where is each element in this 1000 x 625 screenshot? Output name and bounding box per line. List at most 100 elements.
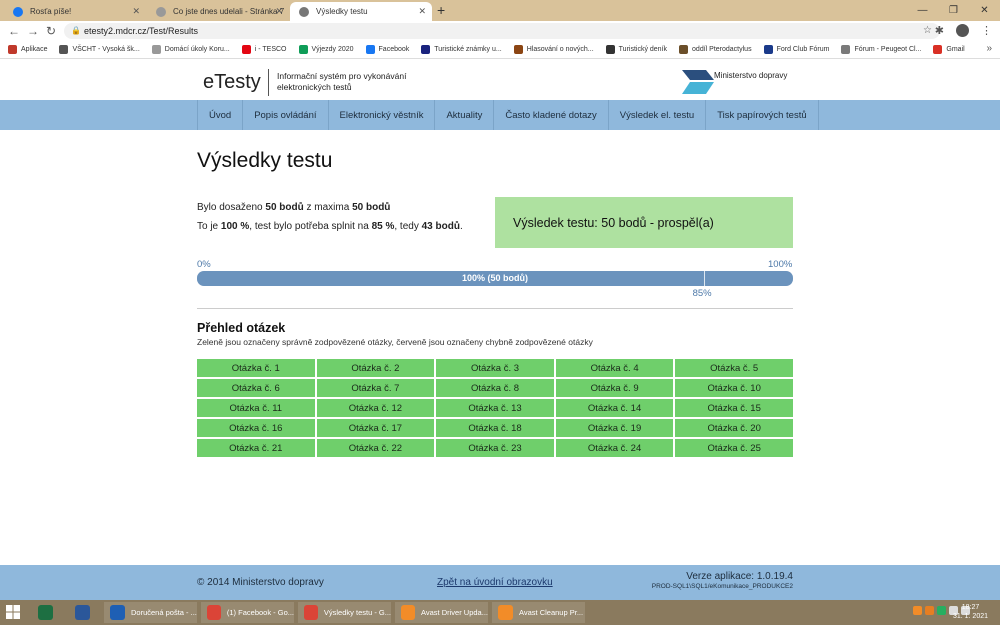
new-tab-button[interactable]: + (437, 2, 445, 18)
question-cell[interactable]: Otázka č. 12 (316, 399, 435, 417)
bookmark-item[interactable]: Výjezdy 2020 (298, 45, 354, 54)
app-icon (401, 605, 416, 620)
tray-icon[interactable] (913, 606, 922, 615)
question-cell[interactable]: Otázka č. 8 (436, 379, 554, 397)
word-taskbar-icon[interactable] (75, 602, 96, 623)
taskbar-clock[interactable]: 18:27 31. 1. 2021 (953, 603, 988, 621)
close-icon[interactable]: ✕ (418, 6, 426, 17)
site-header: eTesty Informační systém pro vykonávání … (0, 59, 1000, 100)
bookmark-favicon-icon (8, 45, 17, 54)
close-icon[interactable]: ✕ (132, 6, 140, 17)
bookmark-label: Výjezdy 2020 (311, 46, 354, 53)
question-cell[interactable]: Otázka č. 9 (555, 379, 674, 397)
bookmark-item[interactable]: Aplikace (8, 45, 47, 54)
question-cell[interactable]: Otázka č. 11 (197, 399, 315, 417)
bookmark-item[interactable]: Domácí úkoly Koru... (151, 45, 230, 54)
question-cell[interactable]: Otázka č. 14 (555, 399, 674, 417)
taskbar-app[interactable]: Výsledky testu - G... (298, 602, 391, 623)
taskbar-app[interactable]: Avast Cleanup Pr... (492, 602, 585, 623)
bookmark-item[interactable]: Turistický deník (605, 45, 667, 54)
nav-item[interactable]: Výsledek el. testu (609, 100, 707, 130)
bookmarks-bar: Aplikace VŠCHT - Vysoká šk... Domácí úkoly… (0, 41, 1000, 59)
bookmark-label: Hlasování o nových... (526, 46, 594, 53)
question-cell[interactable]: Otázka č. 19 (555, 419, 674, 437)
reload-icon[interactable]: ↻ (46, 24, 56, 38)
question-cell[interactable]: Otázka č. 3 (436, 359, 554, 377)
question-cell[interactable]: Otázka č. 13 (436, 399, 554, 417)
bookmark-item[interactable]: Fórum - Peugeot Cl... (841, 45, 921, 54)
divider (197, 308, 793, 309)
bookmark-item[interactable]: Facebook (365, 45, 409, 54)
bookmark-item[interactable]: i - TESCO (241, 45, 287, 54)
app-icon (304, 605, 318, 620)
windows-taskbar: Doručená pošta - ... (1) Facebook - Go...… (0, 600, 1000, 625)
question-cell[interactable]: Otázka č. 21 (197, 439, 315, 457)
nav-item[interactable]: Popis ovládání (243, 100, 329, 130)
bookmarks-overflow-icon[interactable]: » (986, 43, 992, 54)
app-version: Verze aplikace: 1.0.19.4 (686, 571, 793, 582)
windows-start-icon[interactable] (6, 605, 20, 619)
ministry-logo-icon (682, 70, 714, 94)
bookmark-favicon-icon (241, 45, 251, 54)
question-cell[interactable]: Otázka č. 16 (197, 419, 315, 437)
app-icon (110, 605, 125, 620)
question-cell[interactable]: Otázka č. 23 (436, 439, 554, 457)
question-cell[interactable]: Otázka č. 15 (675, 399, 793, 417)
profile-avatar[interactable] (956, 24, 969, 37)
question-cell[interactable]: Otázka č. 4 (555, 359, 674, 377)
taskbar-app[interactable]: Avast Driver Upda... (395, 602, 488, 623)
bookmark-item[interactable]: Hlasování o nových... (513, 45, 594, 54)
bookmark-favicon-icon (59, 45, 69, 54)
question-cell[interactable]: Otázka č. 2 (316, 359, 435, 377)
browser-tab-1[interactable]: Rosťa píše! ✕ (4, 2, 146, 21)
question-cell[interactable]: Otázka č. 22 (316, 439, 435, 457)
question-cell[interactable]: Otázka č. 7 (316, 379, 435, 397)
bookmark-favicon-icon (298, 45, 308, 54)
close-icon[interactable]: ✕ (275, 6, 283, 17)
taskbar-app[interactable]: Doručená pošta - ... (104, 602, 197, 623)
question-cell[interactable]: Otázka č. 5 (675, 359, 793, 377)
bookmark-item[interactable]: Gmail (933, 45, 965, 54)
question-cell[interactable]: Otázka č. 24 (555, 439, 674, 457)
browser-tab-2[interactable]: Co jste dnes udelali - Stránka 7 ✕ (147, 2, 289, 21)
bookmark-item[interactable]: Turistické známky u... (421, 45, 502, 54)
question-cell[interactable]: Otázka č. 17 (316, 419, 435, 437)
bookmark-star-icon[interactable]: ☆ (923, 23, 932, 39)
menu-icon[interactable]: ⋮ (981, 24, 992, 37)
question-cell[interactable]: Otázka č. 6 (197, 379, 315, 397)
browser-tab-active[interactable]: Výsledky testu ✕ (290, 2, 432, 21)
nav-item[interactable]: Elektronický věstník (329, 100, 436, 130)
site-logo[interactable]: eTesty (203, 71, 261, 94)
excel-taskbar-icon[interactable] (38, 602, 59, 623)
nav-item[interactable]: Aktuality (435, 100, 495, 130)
question-cell[interactable]: Otázka č. 25 (675, 439, 793, 457)
nav-item[interactable]: Úvod (198, 100, 244, 130)
extensions-icon[interactable]: ✱ (935, 24, 944, 37)
bookmark-item[interactable]: VŠCHT - Vysoká šk... (59, 45, 140, 54)
score-line-achieved: Bylo dosaženo 50 bodů z maxima 50 bodů (197, 198, 463, 217)
question-cell[interactable]: Otázka č. 10 (675, 379, 793, 397)
bookmark-label: Gmail (946, 46, 965, 53)
window-close-icon[interactable]: ✕ (969, 0, 1000, 21)
tray-icon[interactable] (925, 606, 934, 615)
url-input[interactable]: 🔒 etesty2.mdcr.cz/Test/Results ☆ (64, 23, 940, 39)
forward-icon[interactable]: → (27, 24, 39, 38)
question-cell[interactable]: Otázka č. 20 (675, 419, 793, 437)
bookmark-label: Aplikace (21, 46, 48, 53)
bookmark-item[interactable]: Ford Club Fórum (763, 45, 829, 54)
footer-copyright: © 2014 Ministerstvo dopravy (197, 577, 324, 588)
clock-time: 18:27 (961, 604, 980, 611)
achieved-percent: 100 % (220, 221, 250, 232)
back-icon[interactable]: ← (8, 24, 20, 38)
taskbar-app[interactable]: (1) Facebook - Go... (201, 602, 294, 623)
app-icon (498, 605, 513, 620)
nav-item[interactable]: Tisk papírových testů (706, 100, 819, 130)
question-cell[interactable]: Otázka č. 18 (436, 419, 554, 437)
tray-icon[interactable] (937, 606, 946, 615)
minimize-icon[interactable]: — (907, 0, 938, 21)
bookmark-item[interactable]: oddíl Pterodactylus (679, 45, 752, 54)
back-to-home-link[interactable]: Zpět na úvodní obrazovku (437, 577, 553, 588)
question-cell[interactable]: Otázka č. 1 (197, 359, 315, 377)
maximize-icon[interactable]: ❐ (938, 0, 969, 21)
nav-item[interactable]: Často kladené dotazy (494, 100, 609, 130)
